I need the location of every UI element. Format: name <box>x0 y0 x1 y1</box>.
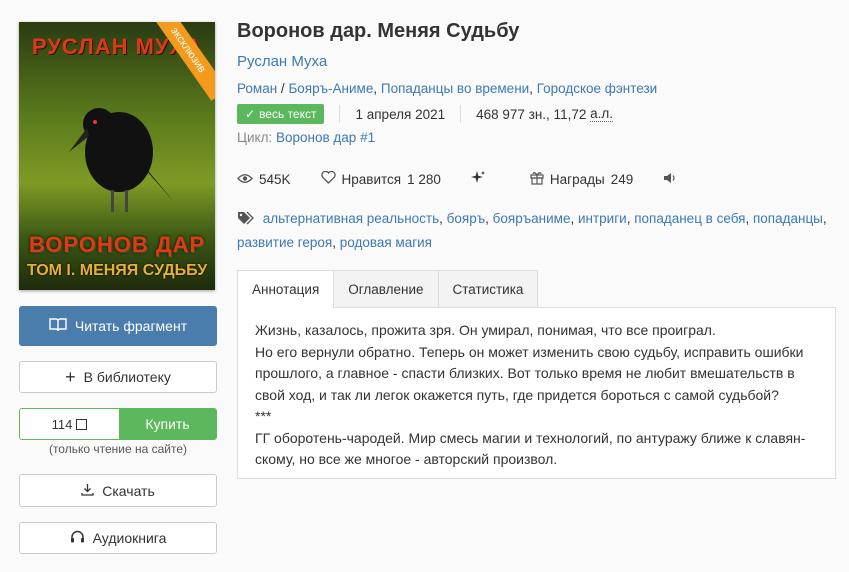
tag-separator: , <box>822 211 827 226</box>
book-meta: ✓ весь текст 1 апреля 2021 468 977 зн., … <box>237 103 613 125</box>
tag-link[interactable]: родовая магия <box>340 235 432 250</box>
tag-link[interactable]: бояръ <box>447 211 486 226</box>
likes-label: Нравится <box>341 171 402 187</box>
ruble-box-icon <box>76 418 88 430</box>
gift-icon <box>530 171 544 188</box>
genre-separator: , <box>529 81 537 96</box>
read-fragment-label: Читать фрагмент <box>74 318 188 334</box>
tab-contents[interactable]: Оглавление <box>333 270 439 307</box>
annotation-paragraph: Но его вернули обратно. Теперь он может … <box>255 343 804 403</box>
publish-date: 1 апреля 2021 <box>355 106 446 122</box>
add-to-library-label: В библиотеку <box>83 369 171 385</box>
stats-bar: 545K Нравится 1 280 Награды 249 <box>237 170 707 188</box>
tag-separator: , <box>570 211 578 226</box>
cycle-label: Цикл: <box>237 130 273 145</box>
awards-label: Награды <box>549 171 605 187</box>
annotation-paragraph: ГГ оборотень-чародей. Мир смесь магии и … <box>255 429 806 468</box>
cycle-link[interactable]: Воронов дар <box>276 130 356 145</box>
tab-bar: Аннотация Оглавление Статистика <box>237 270 539 308</box>
cover-title-line1: ВОРОНОВ ДАР <box>28 232 206 257</box>
price-value: 114 <box>51 416 73 432</box>
price-box: 114 <box>20 409 119 439</box>
cycle-number: #1 <box>360 130 376 145</box>
status-badge-label: весь текст <box>259 107 317 121</box>
eye-icon <box>237 172 253 187</box>
awards-count: 249 <box>610 171 634 187</box>
divider <box>460 105 462 123</box>
author-link[interactable]: Руслан Муха <box>237 53 327 70</box>
tag-separator: , <box>332 235 340 250</box>
annotation-panel: Жизнь, казалось, прожита зря. Он умирал,… <box>237 307 836 479</box>
add-to-library-button[interactable]: + В библиотеку <box>19 361 217 393</box>
tag-icon <box>237 210 255 232</box>
genre-separator: / <box>277 81 289 96</box>
book-title: Воронов дар. Меняя Судьбу <box>237 20 520 42</box>
tag-link[interactable]: попаданцы <box>753 211 823 226</box>
speaker-icon <box>663 172 677 187</box>
buy-group: 114 Купить <box>19 408 217 440</box>
open-book-icon <box>49 317 67 335</box>
tag-link[interactable]: попаданец в себя <box>634 211 745 226</box>
annotation-paragraph: Жизнь, казалось, прожита зря. Он умирал,… <box>255 322 716 338</box>
genre-link[interactable]: Попаданцы во времени <box>381 81 529 96</box>
awards-button[interactable]: Награды 249 <box>530 171 633 188</box>
book-cover[interactable]: РУСЛАН МУХА ВОРОНОВ ДАР ТОМ I. МЕНЯЯ СУД… <box>19 22 215 290</box>
plus-icon: + <box>65 367 76 387</box>
genre-link[interactable]: Городское фэнтези <box>537 81 658 96</box>
tag-link[interactable]: бояръаниме <box>493 211 571 226</box>
like-button[interactable]: Нравится 1 280 <box>320 170 441 187</box>
tab-statistics[interactable]: Статистика <box>437 270 539 307</box>
status-badge: ✓ весь текст <box>237 104 325 124</box>
divider <box>339 105 341 123</box>
genre-link[interactable]: Бояръ-Аниме <box>288 81 373 96</box>
headphones-icon <box>70 530 85 546</box>
check-icon: ✓ <box>245 107 256 121</box>
tags-list: альтернативная реальность, бояръ, бояръа… <box>237 208 827 254</box>
tag-link[interactable]: развитие героя <box>237 235 332 250</box>
cycle-info: Цикл: Воронов дар #1 <box>237 130 375 145</box>
likes-count: 1 280 <box>407 171 441 187</box>
read-fragment-button[interactable]: Читать фрагмент <box>19 306 217 346</box>
audiobook-button[interactable]: Аудиокнига <box>19 522 217 554</box>
sparkles-icon <box>470 170 486 188</box>
sparkle-button[interactable] <box>470 170 486 188</box>
size-unit[interactable]: а.л. <box>590 106 613 122</box>
tag-link[interactable]: альтернативная реальность <box>263 211 439 226</box>
views-count: 545K <box>259 171 291 187</box>
tag-separator: , <box>745 211 753 226</box>
download-icon <box>81 483 94 499</box>
read-only-note: (только чтение на сайте) <box>48 442 188 456</box>
tag-link[interactable]: интриги <box>578 211 627 226</box>
genre-separator: , <box>373 81 381 96</box>
audiobook-label: Аудиокнига <box>92 530 167 546</box>
views-stat: 545K <box>237 172 291 187</box>
tag-separator: , <box>485 211 493 226</box>
book-size: 468 977 зн., 11,72 <box>476 106 587 122</box>
cover-title-line2: ТОМ I. МЕНЯЯ СУДЬБУ <box>26 262 208 279</box>
download-label: Скачать <box>102 482 155 499</box>
genres-list: Роман / Бояръ-Аниме, Попаданцы во времен… <box>237 81 657 96</box>
crow-illustration <box>69 108 174 212</box>
download-button[interactable]: Скачать <box>19 474 217 507</box>
tab-annotation[interactable]: Аннотация <box>237 270 335 308</box>
genre-link[interactable]: Роман <box>237 81 277 96</box>
heart-icon <box>320 170 336 187</box>
annotation-separator: *** <box>255 408 272 424</box>
buy-button[interactable]: Купить <box>119 409 216 439</box>
tag-separator: , <box>439 211 447 226</box>
audio-button[interactable] <box>663 172 677 187</box>
